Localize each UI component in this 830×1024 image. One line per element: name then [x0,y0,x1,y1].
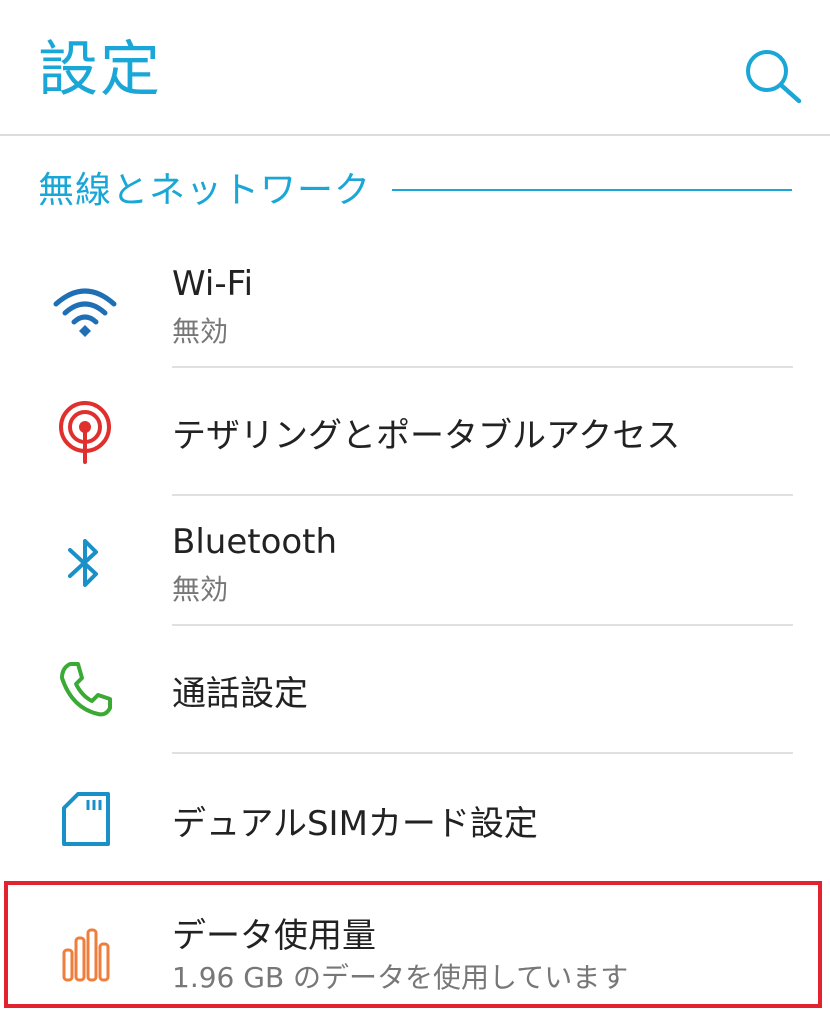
highlight-box [4,881,822,1008]
page-title: 設定 [38,35,162,105]
phone-icon [50,654,120,724]
settings-item-dual-sim[interactable]: デュアルSIMカード設定 [0,754,830,880]
sim-card-icon [50,784,120,854]
settings-item-title: Bluetooth [172,522,338,562]
settings-item-subtitle: 無効 [172,573,229,606]
settings-item-title: テザリングとポータブルアクセス [172,416,681,456]
search-button[interactable] [742,46,804,104]
settings-item-call-settings[interactable]: 通話設定 [0,626,830,752]
wifi-icon [50,274,120,344]
settings-item-subtitle: 無効 [172,315,229,348]
settings-item-title: デュアルSIMカード設定 [172,804,538,844]
section-header: 無線とネットワーク [38,170,372,211]
settings-item-title: 通話設定 [172,674,308,714]
hotspot-icon [50,396,120,466]
section-divider [392,189,792,191]
bluetooth-icon [50,528,120,598]
settings-item-title: Wi-Fi [172,264,254,304]
search-icon [746,50,802,104]
settings-item-bluetooth[interactable]: Bluetooth 無効 [0,496,830,624]
app-bar: 設定 [0,0,830,136]
settings-item-tethering[interactable]: テザリングとポータブルアクセス [0,368,830,494]
settings-item-wifi[interactable]: Wi-Fi 無効 [0,250,830,366]
